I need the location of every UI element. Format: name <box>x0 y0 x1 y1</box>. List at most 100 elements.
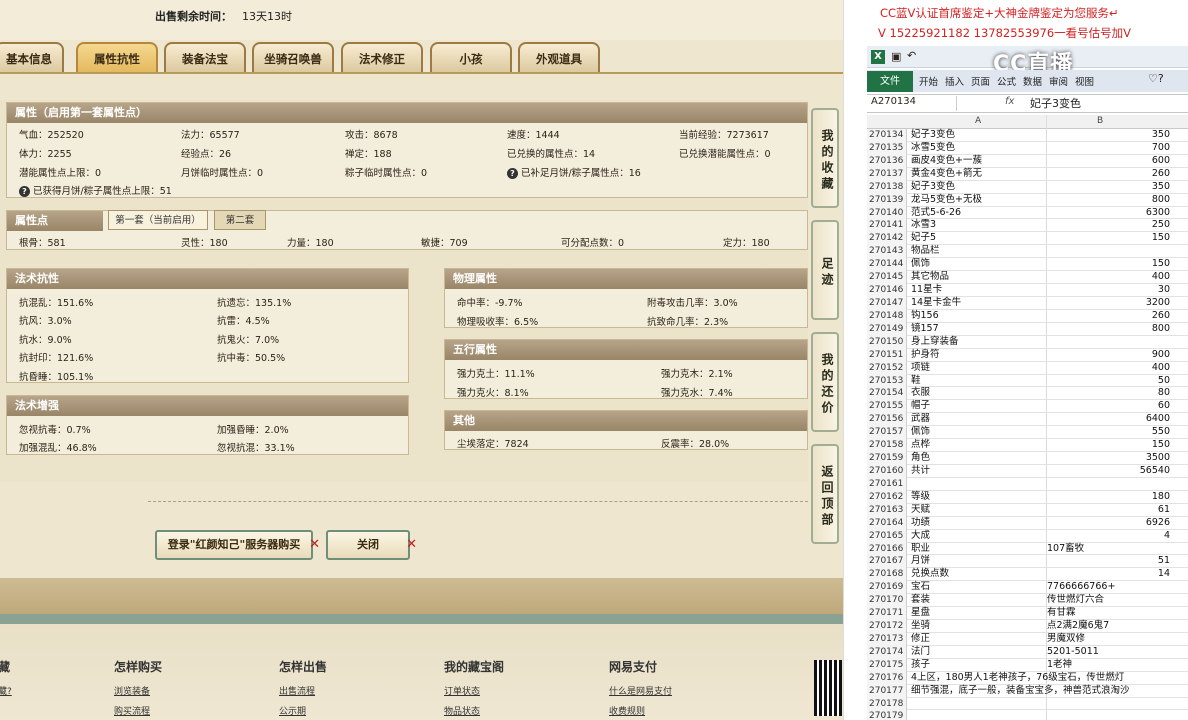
row-number[interactable]: 270137 <box>867 167 907 181</box>
row-number[interactable]: 270173 <box>867 632 907 646</box>
cell-a[interactable]: 宝石 <box>911 581 930 593</box>
cell-a[interactable]: 等级 <box>911 491 930 503</box>
cell-a[interactable]: 物品栏 <box>911 245 940 257</box>
cell-b[interactable]: 107畜牧 <box>1047 543 1084 555</box>
cell-b[interactable]: 6400 <box>1047 413 1170 425</box>
cell-b[interactable]: 150 <box>1047 439 1170 451</box>
row-number[interactable]: 270142 <box>867 232 907 246</box>
row-number[interactable]: 270158 <box>867 439 907 453</box>
excel-tab-review[interactable]: 审阅 <box>1049 74 1068 88</box>
excel-tab-formula[interactable]: 公式 <box>997 74 1016 88</box>
side-footprint-button[interactable]: 足迹 <box>811 220 839 320</box>
cell-a[interactable]: 职业 <box>911 543 930 555</box>
sheet-row[interactable]: 270153 鞋 50 <box>867 374 1188 388</box>
footer-link-item-status[interactable]: 物品状态 <box>444 704 480 717</box>
cell-a[interactable]: 套装 <box>911 594 930 606</box>
cell-b[interactable]: 7766666766+ <box>1047 581 1115 593</box>
row-number[interactable]: 270164 <box>867 516 907 530</box>
cell-a[interactable]: 冰雪3 <box>911 219 936 231</box>
cell-b[interactable]: 150 <box>1047 232 1170 244</box>
sheet-row[interactable]: 270176 4上区，180男人1老神孩子，76级宝石，传世燃灯 <box>867 671 1188 685</box>
cell-b[interactable]: 6926 <box>1047 517 1170 529</box>
cell-a[interactable]: 身上穿装备 <box>911 336 959 348</box>
footer-link-order-status[interactable]: 订单状态 <box>444 684 480 697</box>
col-header-a[interactable]: A <box>975 116 981 126</box>
subtab-second-set[interactable]: 第二套 <box>214 210 266 230</box>
row-number[interactable]: 270144 <box>867 258 907 272</box>
sheet-row[interactable]: 270149 镜157 800 <box>867 322 1188 336</box>
cell-a[interactable]: 妃子3变色 <box>911 181 955 193</box>
cell-a[interactable]: 大成 <box>911 530 930 542</box>
sheet-row[interactable]: 270172 坐骑 点2满2魔6鬼7 <box>867 620 1188 633</box>
row-number[interactable]: 270157 <box>867 426 907 440</box>
footer-link-buy-flow[interactable]: 购买流程 <box>114 704 150 717</box>
cell-a[interactable]: 兑换点数 <box>911 568 949 580</box>
row-number[interactable]: 270162 <box>867 490 907 504</box>
cell-b[interactable]: 50 <box>1047 375 1170 387</box>
question-icon[interactable]: ? <box>19 186 30 197</box>
footer-link-fees[interactable]: 收费规则 <box>609 704 645 717</box>
sheet-row[interactable]: 270160 共计 56540 <box>867 464 1188 478</box>
cell-a[interactable]: 11星卡 <box>911 284 942 296</box>
cell-a[interactable]: 镜157 <box>911 323 939 335</box>
sheet-row[interactable]: 270164 功绩 6926 <box>867 516 1188 530</box>
cell-b[interactable]: 点2满2魔6鬼7 <box>1047 620 1109 632</box>
sheet-row[interactable]: 270171 星盘 有甘霖 <box>867 607 1188 621</box>
footer-link-browse[interactable]: 浏览装备 <box>114 684 150 697</box>
row-number[interactable]: 270170 <box>867 594 907 608</box>
footer-link-public[interactable]: 公示期 <box>279 704 306 717</box>
sheet-row[interactable]: 270159 角色 3500 <box>867 452 1188 465</box>
row-number[interactable]: 270149 <box>867 322 907 336</box>
cell-a[interactable]: 修正 <box>911 633 930 645</box>
sheet-row[interactable]: 270151 护身符 900 <box>867 348 1188 362</box>
sheet-row[interactable]: 270173 修正 男魔双修 <box>867 632 1188 646</box>
cell-a[interactable]: 妃子3变色 <box>911 129 955 141</box>
row-number[interactable]: 270140 <box>867 206 907 220</box>
row-number[interactable]: 270171 <box>867 607 907 621</box>
row-number[interactable]: 270177 <box>867 684 907 698</box>
excel-tab-insert[interactable]: 插入 <box>945 74 964 88</box>
cell-b[interactable]: 61 <box>1047 504 1170 516</box>
cell-b[interactable]: 700 <box>1047 142 1170 154</box>
close-button[interactable]: 关闭 ✕ <box>326 530 417 560</box>
tab-child[interactable]: 小孩 <box>430 42 512 72</box>
cell-b[interactable]: 350 <box>1047 181 1170 193</box>
cell-b[interactable]: 180 <box>1047 491 1170 503</box>
sheet-row[interactable]: 270136 画皮4变色+一蔟 600 <box>867 154 1188 168</box>
row-number[interactable]: 270151 <box>867 348 907 362</box>
tab-appearance[interactable]: 外观道具 <box>518 42 600 72</box>
cell-b[interactable]: 800 <box>1047 194 1170 206</box>
cell-b[interactable]: 3200 <box>1047 297 1170 309</box>
row-number[interactable]: 270156 <box>867 413 907 427</box>
row-number[interactable]: 270166 <box>867 542 907 556</box>
cell-a[interactable]: 4上区，180男人1老神孩子，76级宝石，传世燃灯 <box>911 672 1124 684</box>
sheet-row[interactable]: 270158 点桦 150 <box>867 439 1188 453</box>
cell-b[interactable]: 3500 <box>1047 452 1170 464</box>
sheet-row[interactable]: 270141 冰雪3 250 <box>867 219 1188 233</box>
sheet-row[interactable]: 270138 妃子3变色 350 <box>867 180 1188 194</box>
tab-equipment[interactable]: 装备法宝 <box>164 42 246 72</box>
cell-a[interactable]: 护身符 <box>911 349 940 361</box>
excel-tab-file[interactable]: 文件 <box>867 71 913 92</box>
cell-b[interactable]: 男魔双修 <box>1047 633 1085 645</box>
sheet-row[interactable]: 270148 钩156 260 <box>867 309 1188 323</box>
sheet-row[interactable]: 270145 其它物品 400 <box>867 271 1188 285</box>
cell-b[interactable]: 900 <box>1047 349 1170 361</box>
cell-b[interactable]: 550 <box>1047 426 1170 438</box>
sheet-row[interactable]: 270154 衣服 80 <box>867 387 1188 401</box>
row-number[interactable]: 270143 <box>867 245 907 259</box>
cell-a[interactable]: 月饼 <box>911 555 930 567</box>
sheet-row[interactable]: 270167 月饼 51 <box>867 555 1188 569</box>
row-number[interactable]: 270168 <box>867 568 907 582</box>
sheet-row[interactable]: 270178 <box>867 697 1188 711</box>
sheet-row[interactable]: 270157 佩饰 550 <box>867 426 1188 440</box>
row-number[interactable]: 270139 <box>867 193 907 207</box>
sheet-row[interactable]: 270162 等级 180 <box>867 490 1188 504</box>
row-number[interactable]: 270146 <box>867 284 907 297</box>
cell-a[interactable]: 画皮4变色+一蔟 <box>911 155 982 167</box>
row-number[interactable]: 270161 <box>867 477 907 491</box>
row-number[interactable]: 270174 <box>867 645 907 659</box>
cell-a[interactable]: 龙马5变色+无极 <box>911 194 982 206</box>
row-number[interactable]: 270159 <box>867 452 907 465</box>
cell-b[interactable]: 260 <box>1047 310 1170 322</box>
